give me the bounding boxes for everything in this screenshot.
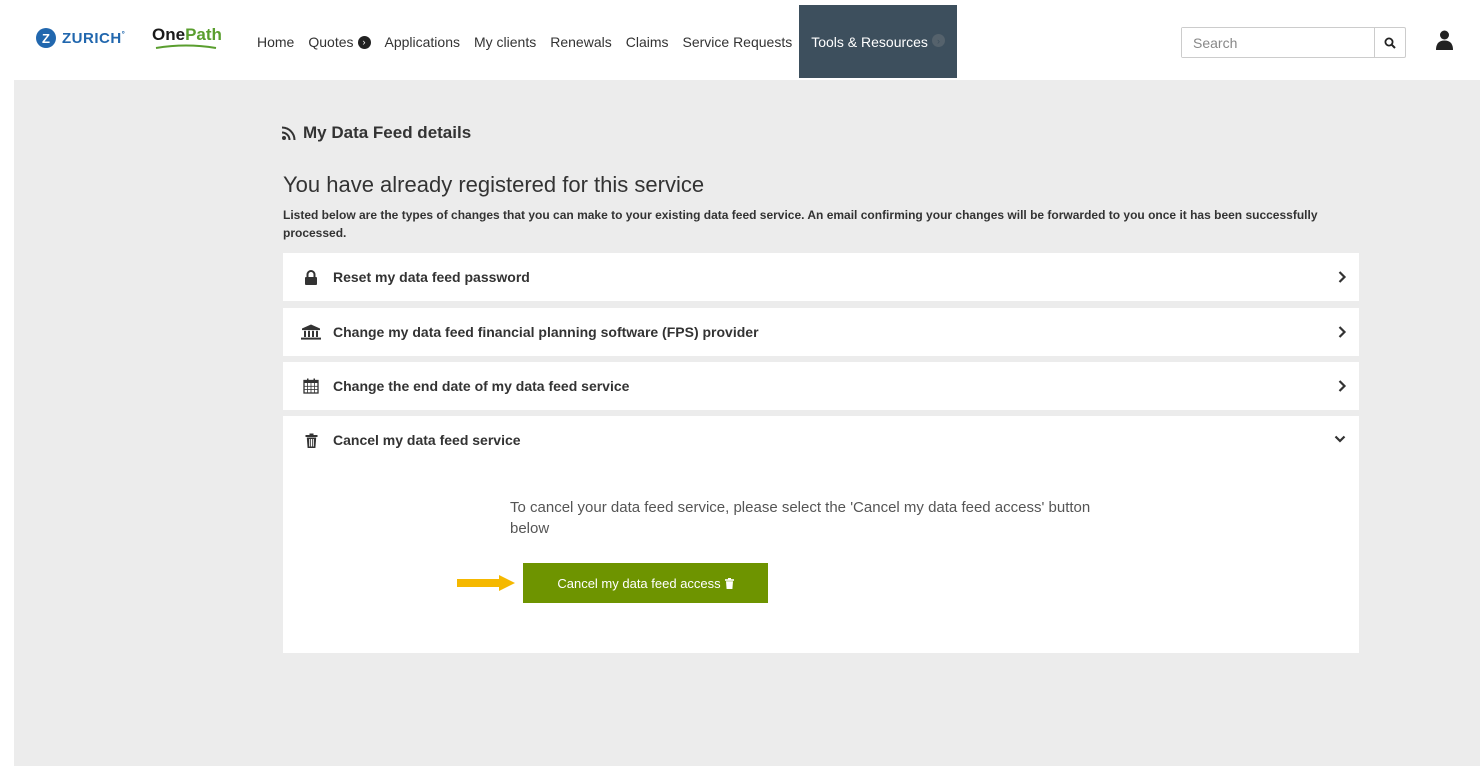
accordion-label: Change my data feed financial planning s… [333, 324, 759, 340]
nav-my-clients-label: My clients [474, 34, 537, 50]
nav-renewals-label: Renewals [550, 34, 612, 50]
page-title-text: My Data Feed details [303, 123, 472, 142]
accordion-header-reset-password[interactable]: Reset my data feed password [283, 253, 1359, 301]
calendar-icon-wrapper [301, 378, 321, 394]
accordion-label: Change the end date of my data feed serv… [333, 378, 630, 394]
search-icon [1384, 37, 1396, 49]
nav-service-requests[interactable]: Service Requests [676, 34, 800, 50]
chevron-right-circle-icon: › [931, 34, 945, 47]
onepath-one: One [152, 25, 186, 44]
main-content: My Data Feed details You have already re… [14, 80, 1480, 766]
accordion-change-end-date: Change the end date of my data feed serv… [283, 362, 1359, 410]
lock-icon [305, 269, 317, 285]
search-box [1181, 27, 1406, 58]
accordion-header-change-fps[interactable]: Change my data feed financial planning s… [283, 308, 1359, 356]
registered-heading: You have already registered for this ser… [283, 172, 705, 197]
page-title: My Data Feed details [282, 123, 471, 143]
zurich-logo[interactable]: Z ZURICH° [36, 28, 125, 48]
main-menu: Home Quotes › Applications My clients Ren… [250, 0, 957, 80]
nav-renewals[interactable]: Renewals [543, 34, 618, 50]
nav-home-label: Home [257, 34, 295, 50]
chevron-right-icon [1338, 326, 1347, 338]
accordion-change-fps: Change my data feed financial planning s… [283, 308, 1359, 356]
nav-home[interactable]: Home [250, 34, 301, 50]
chevron-right-icon [1338, 380, 1347, 392]
onepath-path: Path [185, 25, 222, 44]
trash-icon-wrapper [301, 433, 321, 448]
onepath-swoosh-icon [155, 44, 217, 49]
cancel-button-label: Cancel my data feed access [557, 575, 721, 591]
lock-icon-wrapper [301, 269, 321, 285]
accordion-cancel-service: Cancel my data feed service To cancel yo… [283, 416, 1359, 653]
accordion-reset-password: Reset my data feed password [283, 253, 1359, 301]
nav-claims[interactable]: Claims [619, 34, 676, 50]
bank-icon [301, 324, 321, 340]
accordion-label: Reset my data feed password [333, 269, 530, 285]
chevron-right-circle-icon: › [357, 35, 371, 49]
nav-applications-label: Applications [384, 34, 461, 50]
nav-quotes[interactable]: Quotes › [301, 34, 377, 50]
cancel-instructions: To cancel your data feed service, please… [510, 499, 1091, 537]
zurich-logo-text: ZURICH° [62, 29, 126, 47]
search-input[interactable] [1182, 28, 1374, 57]
zurich-logo-mark: Z [36, 28, 56, 48]
nav-claims-label: Claims [625, 34, 669, 50]
user-account-button[interactable] [1436, 30, 1453, 55]
onepath-wordmark: OnePath [152, 25, 222, 44]
accordion-header-change-end-date[interactable]: Change the end date of my data feed serv… [283, 362, 1359, 410]
search-button[interactable] [1374, 28, 1405, 57]
calendar-icon [303, 378, 319, 394]
chevron-down-icon [1334, 435, 1346, 443]
nav-service-requests-label: Service Requests [682, 34, 793, 50]
cancel-data-feed-access-button[interactable]: Cancel my data feed access [523, 563, 768, 603]
arrow-right-icon [457, 575, 515, 591]
rss-icon [282, 126, 296, 140]
accordion-label: Cancel my data feed service [333, 432, 521, 448]
intro-text: Listed below are the types of changes th… [283, 208, 1318, 240]
onepath-logo[interactable]: OnePath [152, 25, 222, 49]
nav-quotes-label: Quotes [308, 34, 354, 50]
user-icon [1436, 30, 1453, 50]
trash-icon [724, 577, 734, 589]
trash-icon [305, 433, 317, 448]
nav-applications[interactable]: Applications [378, 34, 468, 50]
nav-tools-resources-label: Tools & Resources [811, 34, 928, 50]
top-navigation: Z ZURICH° OnePath Home Quotes › Applicati… [0, 0, 1480, 80]
accordion-header-cancel-service[interactable]: Cancel my data feed service [283, 416, 1359, 464]
nav-my-clients[interactable]: My clients [467, 34, 543, 50]
zurich-wordmark: ZURICH [62, 29, 122, 47]
bank-icon-wrapper [301, 324, 321, 340]
chevron-right-icon [1338, 271, 1347, 283]
cancel-service-panel: To cancel your data feed service, please… [283, 464, 1359, 653]
nav-tools-resources[interactable]: Tools & Resources › [799, 5, 957, 78]
